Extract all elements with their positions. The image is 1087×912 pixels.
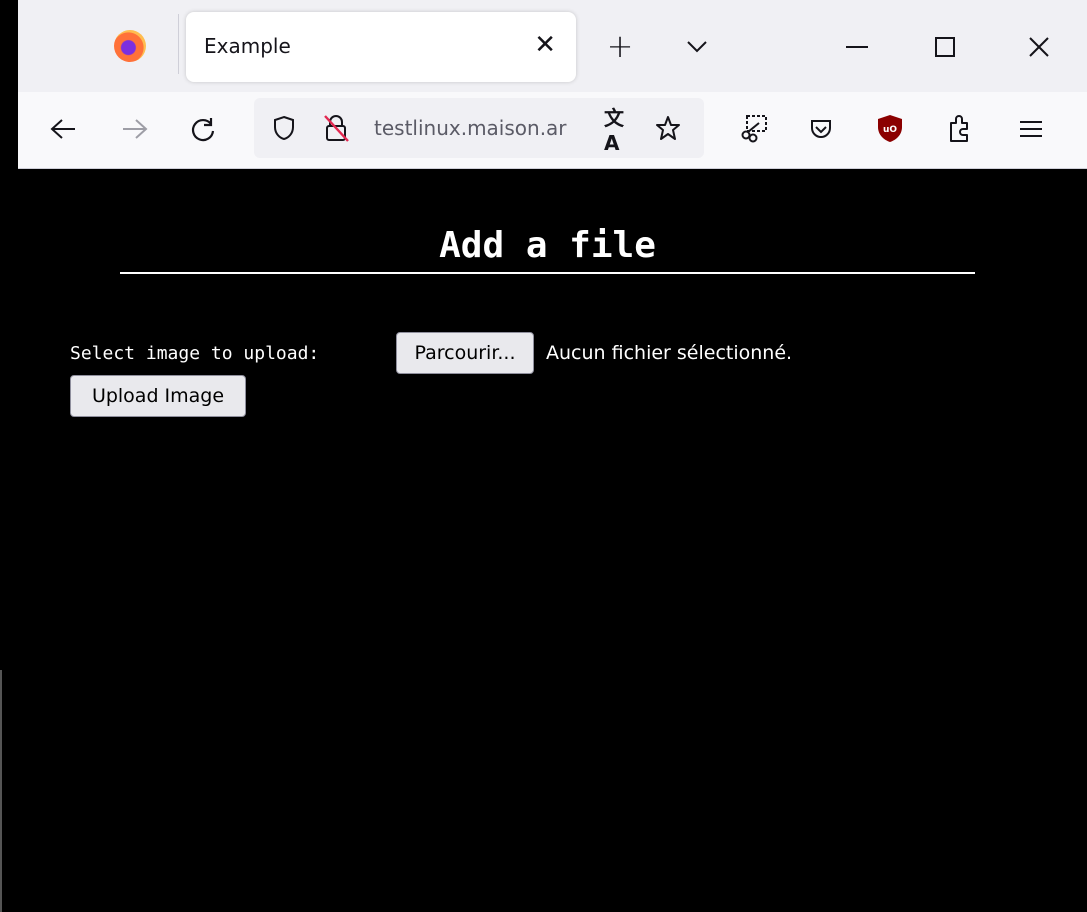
insecure-lock-icon[interactable]: [320, 112, 352, 144]
url-bar[interactable]: testlinux.maison.ar 文A: [254, 98, 704, 158]
reload-icon[interactable]: [186, 112, 220, 146]
plus-icon[interactable]: +: [602, 27, 638, 65]
forward-icon[interactable]: [118, 112, 152, 146]
page-content: Add a file Select image to upload: Parco…: [18, 169, 1087, 912]
pocket-icon[interactable]: [804, 112, 838, 146]
tab-bar: Example ✕ +: [18, 0, 1087, 92]
browse-button[interactable]: Parcourir...: [396, 332, 534, 374]
url-text[interactable]: testlinux.maison.ar: [374, 116, 584, 140]
extensions-icon[interactable]: [942, 110, 978, 146]
menu-icon[interactable]: [1014, 112, 1048, 146]
maximize-icon[interactable]: [928, 30, 962, 64]
translate-icon[interactable]: 文A: [604, 106, 636, 155]
window-edge-divider: [0, 670, 2, 912]
upload-label: Select image to upload:: [70, 343, 320, 364]
shield-icon[interactable]: [270, 114, 298, 142]
browser-window: Example ✕ + testlinux.maison.ar 文A uO Ad…: [18, 0, 1087, 912]
star-icon[interactable]: [652, 112, 684, 144]
tab-example[interactable]: Example ✕: [186, 12, 576, 82]
ublock-icon[interactable]: uO: [872, 110, 908, 146]
page-title: Add a file: [120, 225, 975, 274]
minimize-icon[interactable]: [840, 30, 874, 64]
window-close-icon[interactable]: [1022, 30, 1056, 64]
file-status-text: Aucun fichier sélectionné.: [546, 342, 793, 364]
svg-text:uO: uO: [883, 125, 897, 135]
navigation-toolbar: testlinux.maison.ar 文A uO: [18, 92, 1087, 169]
firefox-logo-icon[interactable]: [114, 30, 146, 62]
screenshot-icon[interactable]: [736, 110, 772, 146]
upload-image-button[interactable]: Upload Image: [70, 375, 246, 417]
tab-title: Example: [204, 34, 291, 58]
back-icon[interactable]: [46, 112, 80, 146]
tab-separator: [178, 14, 179, 74]
close-icon[interactable]: ✕: [534, 30, 556, 60]
chevron-down-icon[interactable]: [680, 30, 714, 64]
